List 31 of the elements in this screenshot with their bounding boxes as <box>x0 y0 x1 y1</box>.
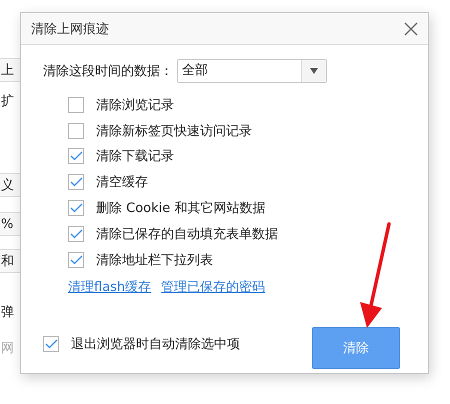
checkbox[interactable] <box>68 148 84 164</box>
checkbox[interactable] <box>68 226 84 242</box>
background-text: 和 <box>0 249 20 273</box>
background-text: 上 <box>0 58 20 82</box>
dialog-title: 清除上网痕迹 <box>31 20 109 38</box>
link[interactable]: 管理已保存的密码 <box>161 278 266 296</box>
checkbox[interactable] <box>43 336 59 352</box>
option-label: 清除已保存的自动填充表单数据 <box>96 226 278 243</box>
background-text: 网 <box>0 340 14 358</box>
link[interactable]: 清理flash缓存 <box>68 278 152 296</box>
background-text: 扩 <box>0 93 14 111</box>
background-text: 义 <box>0 173 20 197</box>
clear-button[interactable]: 清除 <box>312 327 400 369</box>
caret-icon <box>310 68 318 74</box>
close-icon[interactable] <box>404 22 418 36</box>
background-text: % <box>0 212 20 236</box>
option-label: 清除浏览记录 <box>96 96 174 114</box>
checkbox[interactable] <box>68 96 84 113</box>
option-label: 退出浏览器时自动清除选中项 <box>71 336 240 353</box>
checkbox[interactable] <box>68 200 84 216</box>
option-label: 清除地址栏下拉列表 <box>96 252 213 269</box>
time-range-dropdown[interactable]: 全部 <box>177 59 327 83</box>
range-label: 清除这段时间的数据： <box>43 63 173 80</box>
option-label: 清空缓存 <box>96 174 148 192</box>
checkbox[interactable] <box>68 122 84 139</box>
option-label: 清除新标签页快速访问记录 <box>96 122 252 140</box>
option-label: 清除下载记录 <box>96 148 174 166</box>
checkbox[interactable] <box>68 252 84 268</box>
background-text: 弹 <box>0 304 14 322</box>
option-label: 删除 Cookie 和其它网站数据 <box>96 200 266 218</box>
checkbox[interactable] <box>68 174 84 190</box>
